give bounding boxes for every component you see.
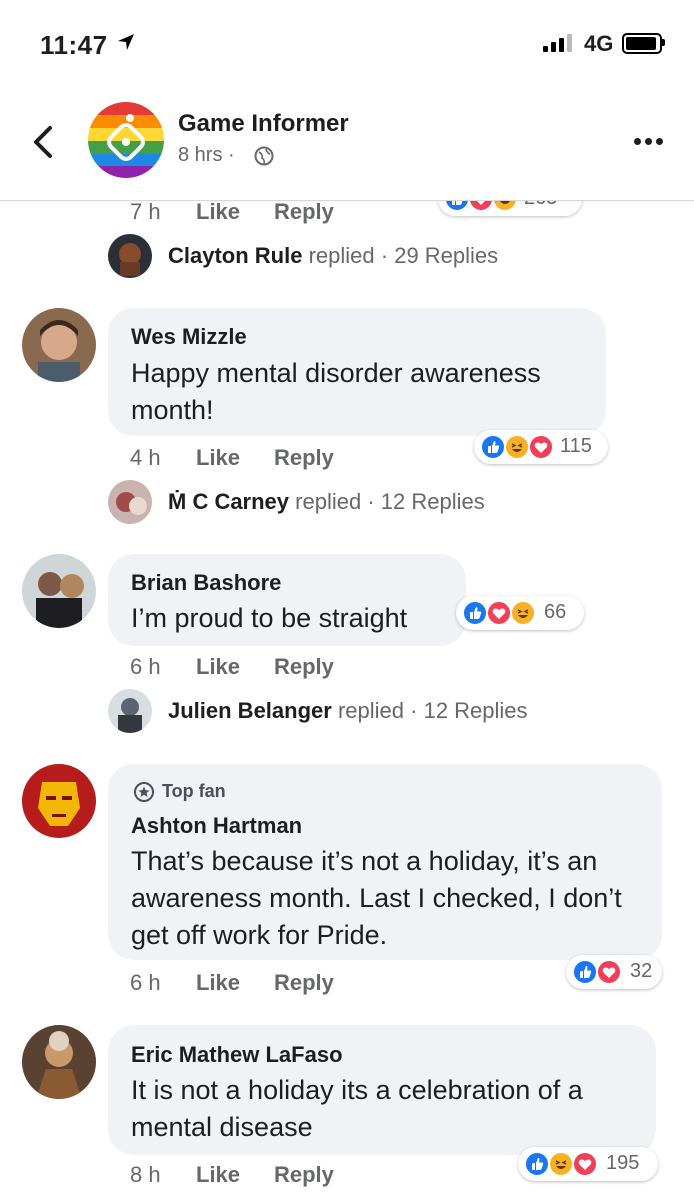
comment-author[interactable]: Eric Mathew LaFaso xyxy=(131,1042,343,1068)
reply-button[interactable]: Reply xyxy=(274,199,334,225)
haha-reaction-icon xyxy=(548,1151,574,1177)
top-fan-badge: Top fan xyxy=(162,781,226,801)
reply-count: · 29 Replies xyxy=(380,243,499,268)
comment-time: 6 h xyxy=(130,654,161,679)
reactions-count: 66 xyxy=(544,601,567,623)
more-icon[interactable] xyxy=(634,138,664,146)
avatar[interactable] xyxy=(108,689,152,733)
avatar[interactable] xyxy=(22,764,96,838)
reply-count: · 12 Replies xyxy=(410,698,528,723)
love-reaction-icon xyxy=(596,959,622,985)
post-time: 8 hrs · xyxy=(178,144,235,166)
reply-author: Clayton Rule xyxy=(168,243,303,268)
comment-time: 6 h xyxy=(130,970,161,995)
reply-button[interactable]: Reply xyxy=(274,1162,334,1188)
replies-link[interactable]: Ṁ C Carney replied · 12 Replies xyxy=(168,489,485,515)
reactions-summary[interactable]: 32 xyxy=(566,955,662,989)
comment-text: That’s because it’s not a holiday, it’s … xyxy=(131,846,622,950)
location-arrow-icon xyxy=(118,34,134,50)
network-label: 4G xyxy=(584,31,614,56)
reactions-summary[interactable]: 115 xyxy=(474,430,608,464)
reply-action: replied xyxy=(308,243,375,268)
haha-reaction-icon xyxy=(504,434,530,460)
post-header: Game Informer 8 hrs · xyxy=(0,80,694,201)
avatar[interactable] xyxy=(108,234,152,278)
reply-button[interactable]: Reply xyxy=(274,654,334,680)
like-reaction-icon xyxy=(462,600,488,626)
reply-action: replied xyxy=(337,698,405,723)
like-button[interactable]: Like xyxy=(196,970,240,996)
comment-time: 8 h xyxy=(130,1162,161,1187)
reply-action: replied xyxy=(295,489,362,514)
reactions-summary[interactable]: 195 xyxy=(518,1147,658,1181)
like-button[interactable]: Like xyxy=(196,445,240,471)
like-button[interactable]: Like xyxy=(196,654,240,680)
page-name[interactable]: Game Informer xyxy=(178,110,349,138)
battery-icon xyxy=(622,33,662,54)
avatar[interactable] xyxy=(22,1025,96,1099)
like-reaction-icon xyxy=(524,1151,550,1177)
reactions-count: 195 xyxy=(606,1152,640,1174)
reactions-count: 32 xyxy=(630,960,653,982)
back-chevron-icon[interactable] xyxy=(30,122,58,162)
reply-author: Ṁ C Carney xyxy=(168,489,290,514)
replies-link[interactable]: Julien Belanger replied · 12 Replies xyxy=(168,698,528,724)
reactions-count: 115 xyxy=(560,435,592,457)
avatar[interactable] xyxy=(22,554,96,628)
like-button[interactable]: Like xyxy=(196,1162,240,1188)
reply-author: Julien Belanger xyxy=(168,698,332,723)
page-avatar[interactable] xyxy=(88,102,164,178)
avatar[interactable] xyxy=(22,308,96,382)
like-reaction-icon xyxy=(480,434,506,460)
like-reaction-icon xyxy=(572,959,598,985)
globe-icon xyxy=(254,146,274,166)
like-button[interactable]: Like xyxy=(196,199,240,225)
comment-author[interactable]: Ashton Hartman xyxy=(131,813,302,839)
comment-author[interactable]: Wes Mizzle xyxy=(131,324,247,350)
comment-text: Happy mental disorder awareness month! xyxy=(131,358,541,425)
love-reaction-icon xyxy=(572,1151,598,1177)
top-fan-star-icon xyxy=(134,782,154,802)
replies-link[interactable]: Clayton Rule replied · 29 Replies xyxy=(168,243,498,269)
comment-author[interactable]: Brian Bashore xyxy=(131,570,281,596)
battery-tip xyxy=(662,39,665,46)
reply-count: · 12 Replies xyxy=(367,489,485,514)
love-reaction-icon xyxy=(486,600,512,626)
comment-time: 7 h xyxy=(130,199,161,224)
status-time: 11:47 xyxy=(40,30,108,60)
reply-button[interactable]: Reply xyxy=(274,970,334,996)
love-reaction-icon xyxy=(528,434,554,460)
comment-time: 4 h xyxy=(130,445,161,470)
reply-button[interactable]: Reply xyxy=(274,445,334,471)
haha-reaction-icon xyxy=(510,600,536,626)
avatar[interactable] xyxy=(108,480,152,524)
reactions-summary[interactable]: 66 xyxy=(456,596,584,630)
comment-text: It is not a holiday its a celebration of… xyxy=(131,1075,583,1142)
comment-text: I’m proud to be straight xyxy=(131,603,408,633)
